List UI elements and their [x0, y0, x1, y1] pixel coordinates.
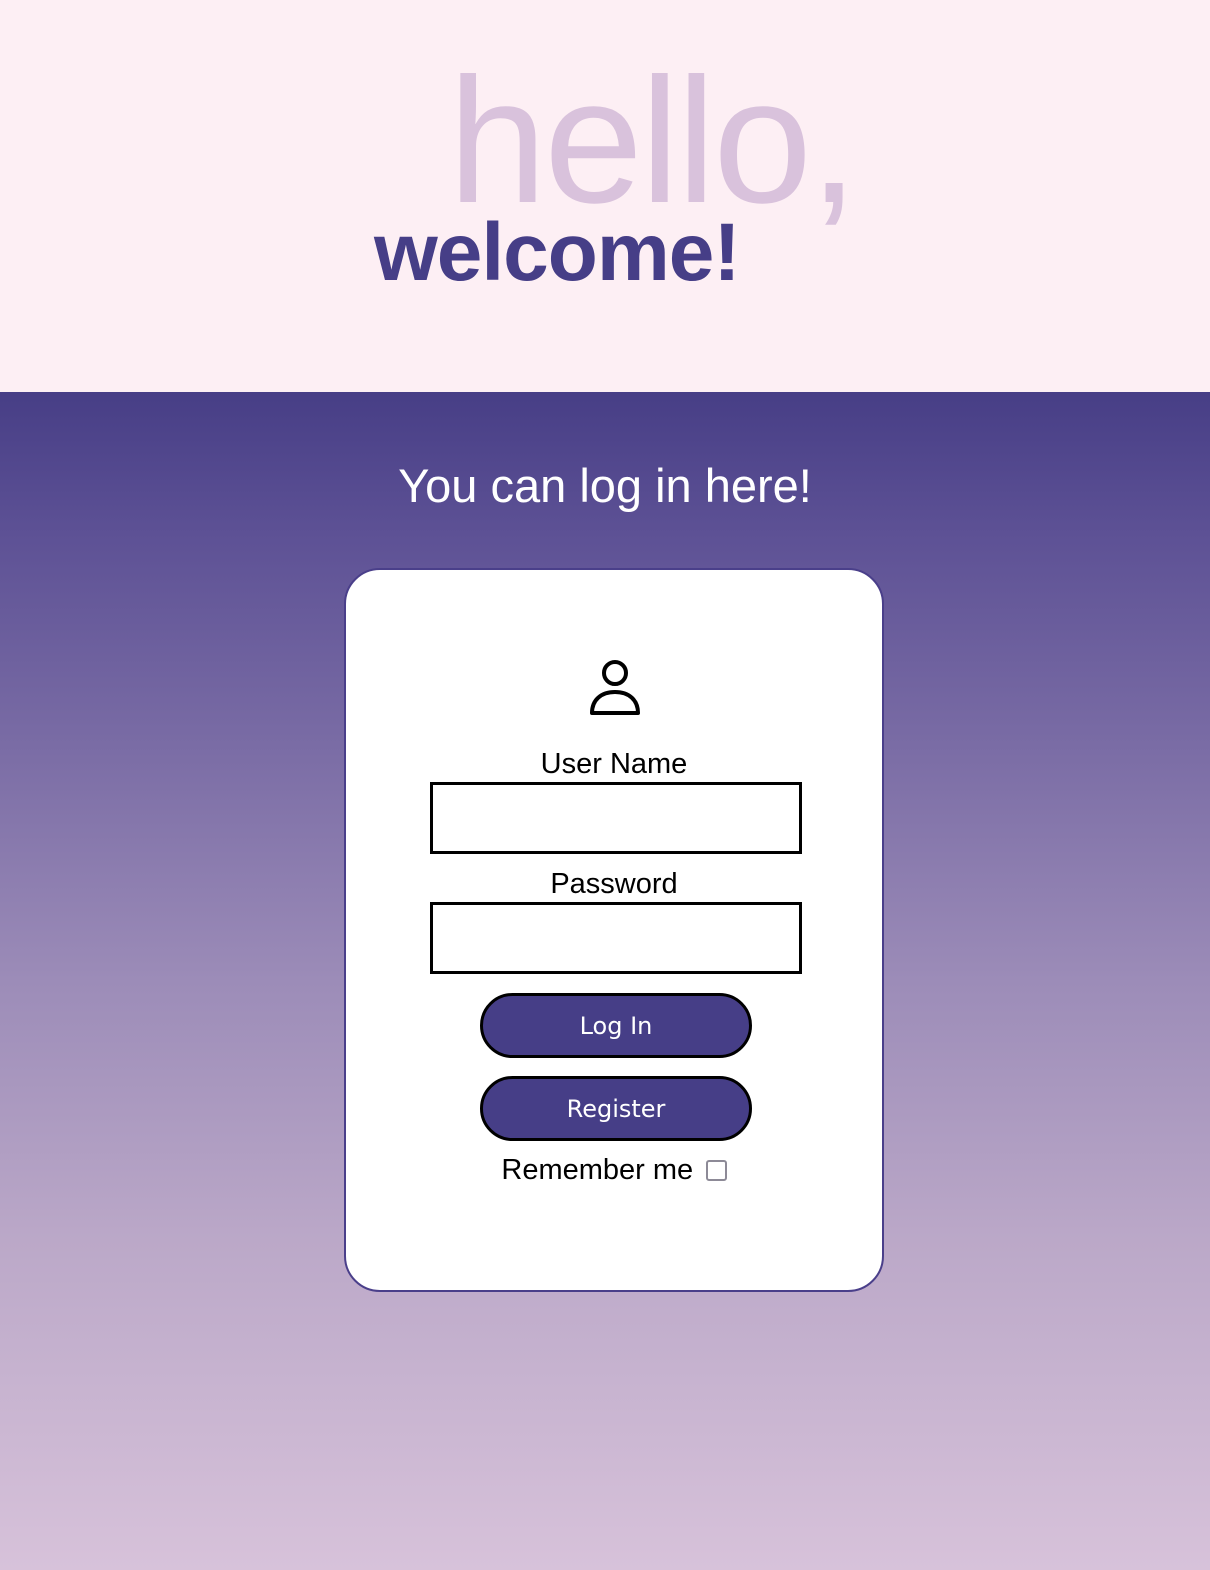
remember-me-label: Remember me: [501, 1154, 694, 1186]
hero-banner: hello, welcome!: [0, 0, 1210, 392]
login-tagline: You can log in here!: [398, 459, 812, 512]
remember-me-checkbox[interactable]: [705, 1160, 727, 1181]
welcome-heading: welcome!: [374, 207, 741, 298]
password-input[interactable]: [430, 902, 802, 974]
login-page: hello, welcome! You can log in here! Use…: [0, 0, 1210, 1570]
hello-greeting: hello,: [448, 41, 859, 240]
user-icon: [590, 660, 640, 715]
remember-me-row: Remember me: [346, 1154, 882, 1187]
password-label: Password: [550, 868, 678, 900]
login-card: User Name Password Log In Register Remem…: [344, 568, 884, 1292]
username-label: User Name: [540, 748, 688, 780]
register-button[interactable]: Register: [480, 1076, 752, 1141]
login-section: You can log in here! User Name Password …: [0, 392, 1210, 1570]
username-input[interactable]: [430, 782, 802, 854]
login-button[interactable]: Log In: [480, 993, 752, 1058]
